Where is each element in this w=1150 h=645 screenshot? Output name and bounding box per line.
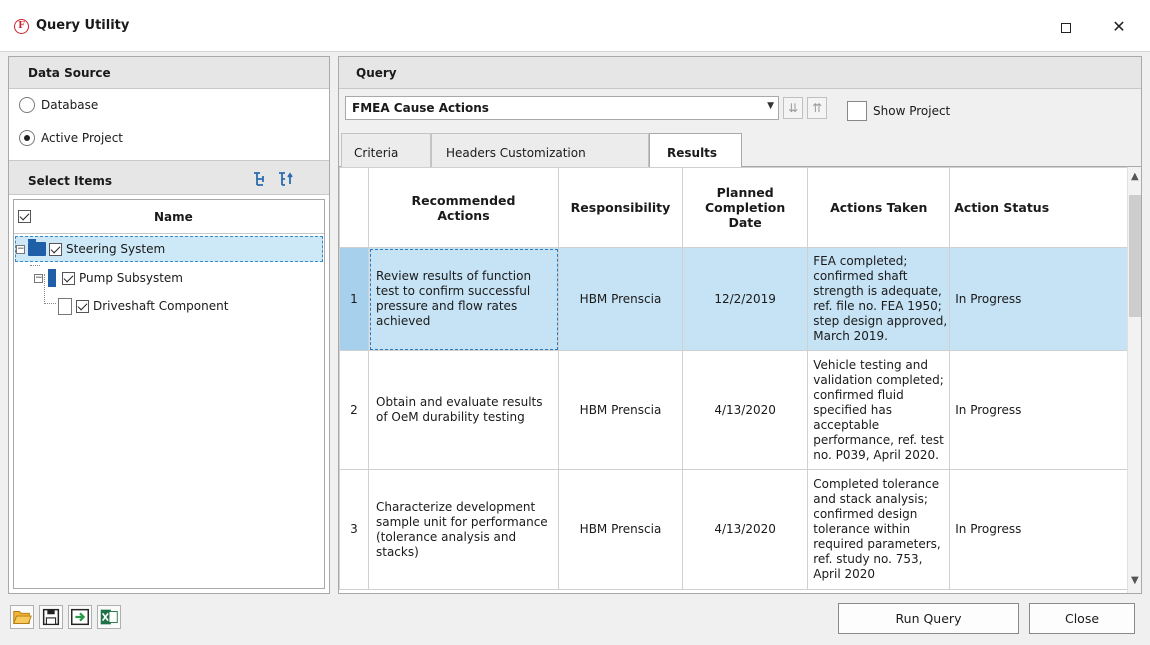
system-folder-icon (28, 239, 46, 256)
export-icon[interactable] (68, 605, 92, 629)
cell-action-status[interactable]: In Progress (949, 247, 1134, 351)
tree-node-pump-subsystem[interactable]: − Pump Subsystem (34, 265, 183, 291)
table-row[interactable]: 3 Characterize development sample unit f… (339, 469, 1134, 590)
cell-responsibility[interactable]: HBM Prenscia (558, 469, 683, 590)
cell-recommended-actions[interactable]: Review results of function test to confi… (368, 247, 559, 351)
column-header-actions-taken[interactable]: Actions Taken (807, 167, 951, 248)
radio-label: Active Project (41, 131, 123, 145)
select-items-header: Select Items (9, 160, 329, 195)
item-tree: Name − Steering System − Pump Subsystem … (13, 199, 325, 589)
cell-actions-taken[interactable]: Completed tolerance and stack analysis; … (807, 469, 951, 590)
query-collapse-icon[interactable]: ⇈ (807, 97, 827, 119)
radio-database[interactable]: Database (19, 95, 98, 115)
tree-connector (44, 303, 56, 304)
collapse-toggle-icon[interactable]: − (34, 273, 43, 283)
tab-results[interactable]: Results (649, 133, 742, 168)
cell-action-status[interactable]: In Progress (949, 350, 1134, 470)
node-checkbox[interactable] (49, 242, 62, 256)
cell-planned-date[interactable]: 12/2/2019 (681, 247, 809, 351)
radio-circle[interactable] (19, 130, 35, 146)
cell-planned-date[interactable]: 4/13/2020 (681, 350, 809, 470)
tree-node-label: Steering System (66, 242, 166, 256)
node-checkbox[interactable] (76, 299, 89, 313)
tree-node-steering-system[interactable]: − Steering System (15, 236, 323, 262)
table-row[interactable]: 2 Obtain and evaluate results of OeM dur… (339, 350, 1134, 470)
query-expand-icon[interactable]: ⇊ (783, 97, 803, 119)
row-number: 3 (339, 469, 369, 590)
cell-planned-date[interactable]: 4/13/2020 (681, 469, 809, 590)
select-all-checkbox[interactable] (18, 210, 31, 223)
show-project-label: Show Project (873, 104, 951, 118)
scroll-up-icon[interactable]: ▲ (1131, 171, 1139, 182)
radio-active-project[interactable]: Active Project (19, 128, 123, 148)
table-header-row: Recommended Actions Responsibility Plann… (339, 167, 1134, 248)
row-number-header (339, 167, 369, 248)
open-folder-icon[interactable] (10, 605, 34, 629)
row-number: 2 (339, 350, 369, 470)
component-icon (58, 297, 72, 315)
column-header-responsibility[interactable]: Responsibility (558, 167, 683, 248)
collapse-toggle-icon[interactable]: − (16, 244, 25, 254)
run-query-button[interactable]: Run Query (838, 603, 1019, 634)
tree-node-label: Driveshaft Component (93, 299, 229, 313)
cell-responsibility[interactable]: HBM Prenscia (558, 350, 683, 470)
title-bar: F Query Utility ✕ (0, 0, 1150, 52)
data-source-header: Data Source (9, 57, 329, 89)
close-window-button[interactable]: ✕ (1097, 10, 1141, 44)
window-title: Query Utility (36, 18, 130, 33)
query-header: Query (339, 57, 1141, 89)
close-button[interactable]: Close (1029, 603, 1135, 634)
expand-all-icon[interactable] (252, 171, 268, 187)
radio-label: Database (41, 98, 99, 112)
save-icon[interactable] (39, 605, 63, 629)
tree-node-driveshaft-component[interactable]: Driveshaft Component (58, 293, 228, 319)
cell-recommended-actions[interactable]: Obtain and evaluate results of OeM durab… (368, 350, 559, 470)
column-header-action-status[interactable]: Action Status (949, 167, 1134, 248)
tab-headers-customization[interactable]: Headers Customization (431, 133, 649, 167)
cell-actions-taken[interactable]: Vehicle testing and validation completed… (807, 350, 951, 470)
maximize-icon (1061, 22, 1071, 33)
column-header-planned-completion-date[interactable]: Planned Completion Date (681, 167, 809, 248)
cell-recommended-actions[interactable]: Characterize development sample unit for… (368, 469, 559, 590)
cell-responsibility[interactable]: HBM Prenscia (558, 247, 683, 351)
tab-label: Headers Customization (446, 146, 586, 160)
tree-node-label: Pump Subsystem (79, 271, 183, 285)
collapse-all-icon[interactable] (277, 171, 293, 187)
row-number: 1 (339, 247, 369, 351)
left-panel: Data Source Database Active Project Sele… (8, 56, 330, 594)
node-checkbox[interactable] (62, 271, 75, 285)
cell-action-status[interactable]: In Progress (949, 469, 1134, 590)
subsystem-icon (48, 269, 56, 287)
scrollbar-thumb[interactable] (1129, 195, 1141, 317)
tree-header: Name (14, 200, 324, 234)
chevron-down-icon[interactable]: ▼ (767, 101, 774, 111)
scroll-down-icon[interactable]: ▼ (1131, 575, 1139, 586)
query-select[interactable]: FMEA Cause Actions ▼ (345, 96, 779, 120)
app-logo-icon: F (14, 19, 29, 34)
select-items-label: Select Items (28, 174, 113, 188)
query-panel: Query FMEA Cause Actions ▼ ⇊ ⇈ Show Proj… (338, 56, 1142, 594)
tab-criteria[interactable]: Criteria (341, 133, 431, 167)
name-column-header: Name (154, 210, 193, 224)
show-project-checkbox[interactable] (847, 101, 867, 121)
cell-actions-taken[interactable]: FEA completed; confirmed shaft strength … (807, 247, 951, 351)
show-project-option[interactable]: Show Project (847, 101, 950, 121)
vertical-scrollbar[interactable]: ▲ ▼ (1127, 167, 1141, 593)
excel-icon[interactable] (97, 605, 121, 629)
table-row[interactable]: 1 Review results of function test to con… (339, 247, 1134, 351)
maximize-button[interactable] (1044, 10, 1088, 44)
query-select-value: FMEA Cause Actions (352, 101, 489, 115)
column-header-recommended-actions[interactable]: Recommended Actions (368, 167, 559, 248)
radio-circle[interactable] (19, 97, 35, 113)
results-grid: Recommended Actions Responsibility Plann… (339, 167, 1141, 593)
tab-bar: Criteria Headers Customization Results (339, 131, 1141, 168)
results-table: Recommended Actions Responsibility Plann… (339, 167, 1134, 590)
